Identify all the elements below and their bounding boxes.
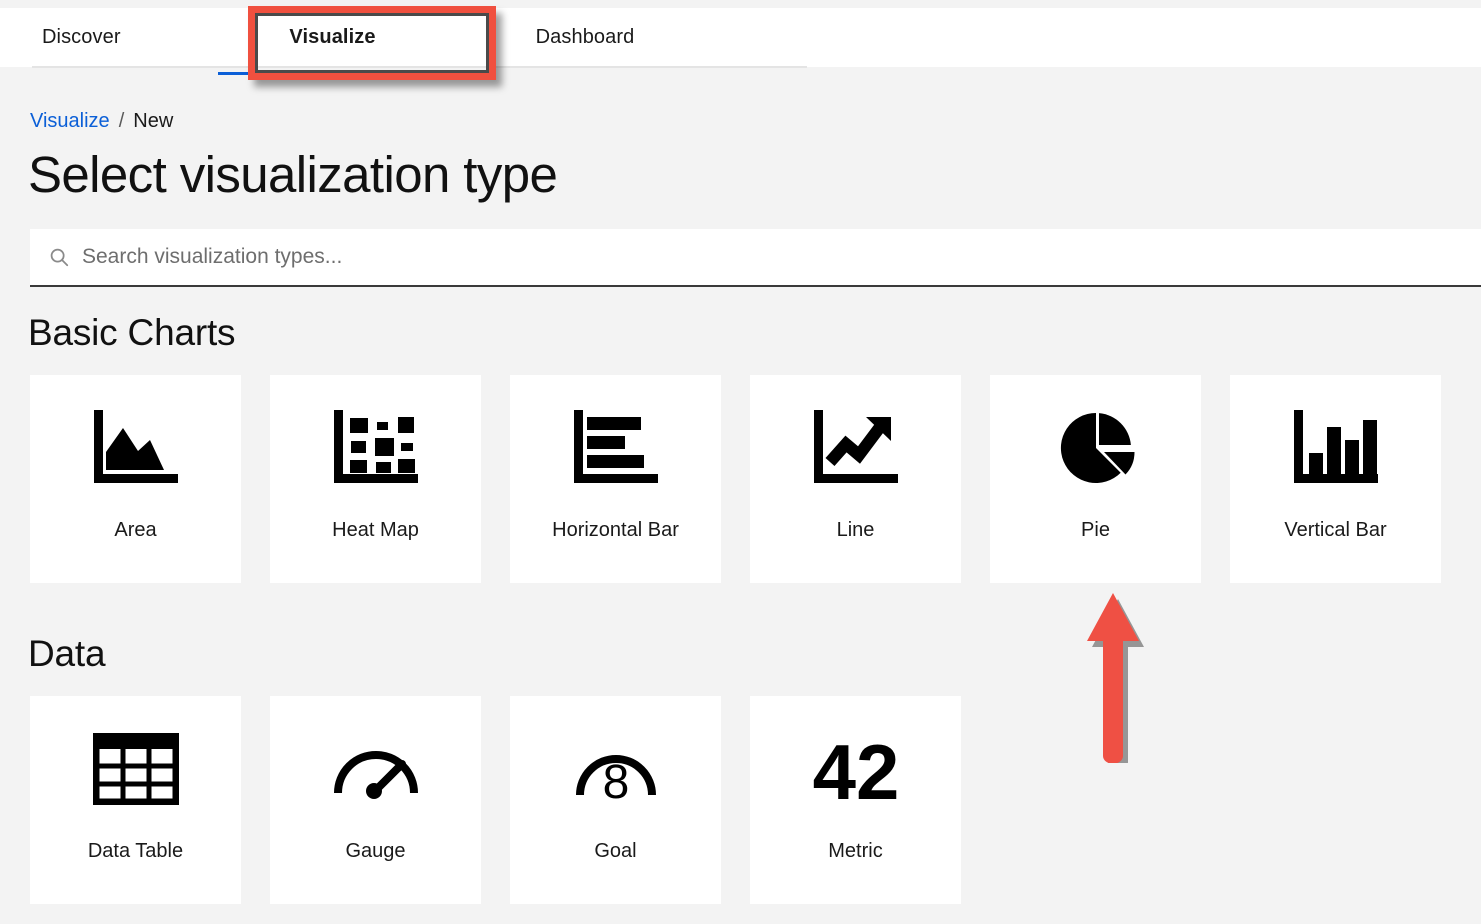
viz-card-gauge-label: Gauge [345,840,406,862]
viz-card-data-table-label: Data Table [87,840,184,862]
viz-card-line-label: Line [836,519,875,541]
gauge-icon [333,750,418,799]
nav-tab-visualize-label: Visualize [289,26,376,48]
nav-active-indicator [218,72,447,75]
goal-icon-value: 8 [602,756,629,805]
viz-card-metric-label: Metric [828,840,883,862]
nav-tab-dashboard-label: Dashboard [535,26,635,48]
breadcrumb-link-visualize[interactable]: Visualize [30,110,110,133]
gauge-icon-slot [330,696,422,841]
metric-icon-value: 42 [812,731,899,807]
metric-icon-slot: 42 [801,696,911,841]
vertical-bar-chart-icon-slot [1290,375,1382,520]
viz-card-vertical-bar-label: Vertical Bar [1284,519,1387,541]
area-chart-icon-slot [90,375,182,520]
pie-chart-icon [1060,412,1135,483]
section-title-data: Data [28,633,106,674]
metric-icon: 42 [812,731,899,807]
nav-tab-dashboard[interactable]: Dashboard [455,8,715,67]
nav-tab-visualize[interactable]: Visualize [210,8,455,75]
section-title-basic-charts: Basic Charts [28,312,236,353]
viz-card-heat-map-label: Heat Map [332,519,419,541]
card-grid-data: Data Table Gauge 8 Goal 42 Metric [30,696,961,904]
heat-map-icon-slot [330,375,422,520]
line-chart-icon-slot [810,375,902,520]
viz-card-pie-label: Pie [1081,519,1110,541]
data-table-icon-slot [92,696,179,841]
page-title: Select visualization type [28,146,558,203]
search-icon [50,248,69,267]
card-grid-basic-charts: Area Heat Map Horizontal Bar Line Pie Ve… [30,375,1441,583]
nav-tab-discover-label: Discover [42,26,121,48]
data-table-icon [92,732,179,805]
vertical-bar-chart-icon [1293,409,1378,483]
breadcrumb-current-new: New [133,110,174,132]
pie-chart-icon-slot [1050,375,1142,520]
search-input[interactable] [82,245,782,269]
horizontal-bar-chart-icon-slot [570,375,662,520]
nav-tab-discover[interactable]: Discover [0,8,210,67]
viz-card-goal[interactable]: 8 Goal [510,696,721,904]
viz-card-horizontal-bar[interactable]: Horizontal Bar [510,375,721,583]
horizontal-bar-chart-icon [573,409,658,483]
breadcrumb-separator: / [118,110,125,132]
goal-icon: 8 [575,754,656,805]
nav-bottom-border [32,66,807,68]
viz-card-horizontal-bar-label: Horizontal Bar [552,519,679,541]
primary-nav: Discover Visualize Dashboard [0,8,1481,75]
window-top-strip [0,0,1481,8]
annotation-arrow-up [1087,593,1144,763]
viz-card-heat-map[interactable]: Heat Map [270,375,481,583]
viz-card-gauge[interactable]: Gauge [270,696,481,904]
viz-card-line[interactable]: Line [750,375,961,583]
viz-card-area[interactable]: Area [30,375,241,583]
viz-card-area-label: Area [114,519,157,541]
heat-map-icon [333,409,418,483]
viz-card-goal-label: Goal [594,840,637,862]
search-bar[interactable] [30,229,1481,287]
viz-card-metric[interactable]: 42 Metric [750,696,961,904]
viz-card-pie[interactable]: Pie [990,375,1201,583]
line-chart-icon [813,409,898,483]
viz-card-vertical-bar[interactable]: Vertical Bar [1230,375,1441,583]
goal-icon-slot: 8 [570,696,662,841]
area-chart-icon [93,409,178,483]
breadcrumb: Visualize / New [30,110,173,133]
viz-card-data-table[interactable]: Data Table [30,696,241,904]
